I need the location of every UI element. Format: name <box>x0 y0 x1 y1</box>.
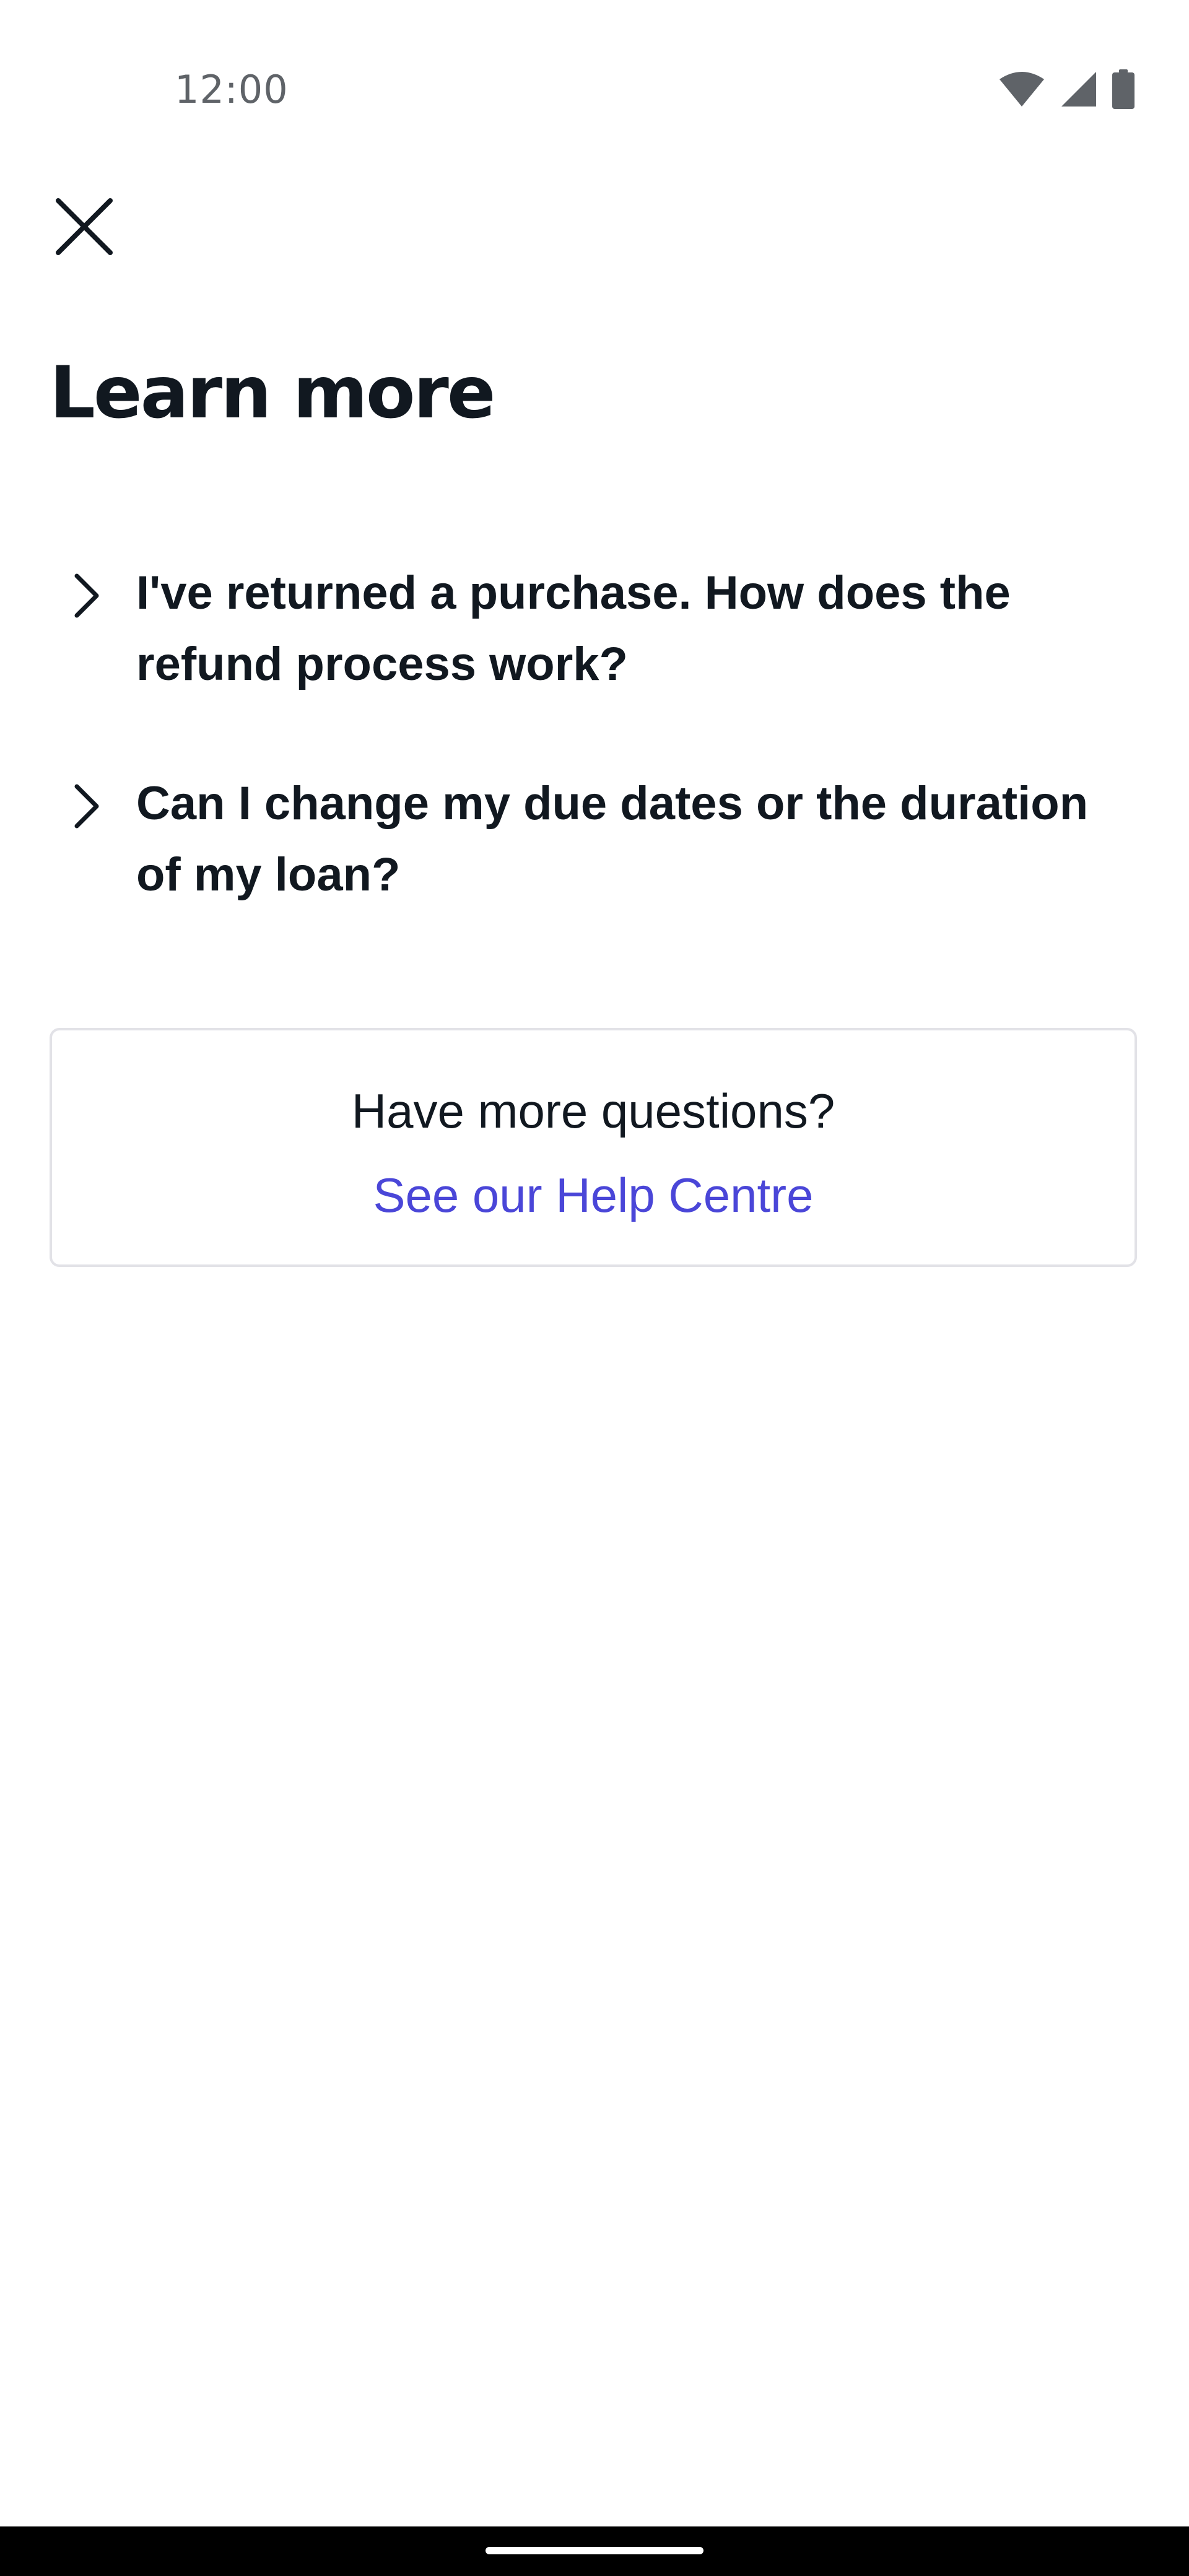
help-centre-link[interactable]: See our Help Centre <box>373 1164 813 1226</box>
faq-list: I've returned a purchase. How does the r… <box>50 557 1139 978</box>
navigation-bar <box>0 2526 1189 2576</box>
close-button[interactable] <box>42 186 126 270</box>
help-question: Have more questions? <box>351 1084 835 1138</box>
faq-item-refund-process[interactable]: I've returned a purchase. How does the r… <box>50 557 1139 700</box>
home-indicator[interactable] <box>486 2547 703 2554</box>
close-icon <box>53 196 115 261</box>
chevron-right-icon <box>68 781 105 831</box>
status-icons <box>998 69 1135 112</box>
faq-question: Can I change my due dates or the duratio… <box>136 777 1089 901</box>
page-title: Learn more <box>50 351 495 435</box>
faq-item-change-due-dates[interactable]: Can I change my due dates or the duratio… <box>50 768 1139 910</box>
faq-question: I've returned a purchase. How does the r… <box>136 567 1011 690</box>
help-card: Have more questions? See our Help Centre <box>50 1028 1137 1267</box>
status-bar: 12:00 <box>0 0 1189 124</box>
wifi-icon <box>998 71 1045 111</box>
cellular-signal-icon <box>1060 71 1097 111</box>
chevron-right-icon <box>68 571 105 620</box>
battery-icon <box>1112 69 1135 112</box>
status-time: 12:00 <box>175 67 289 112</box>
